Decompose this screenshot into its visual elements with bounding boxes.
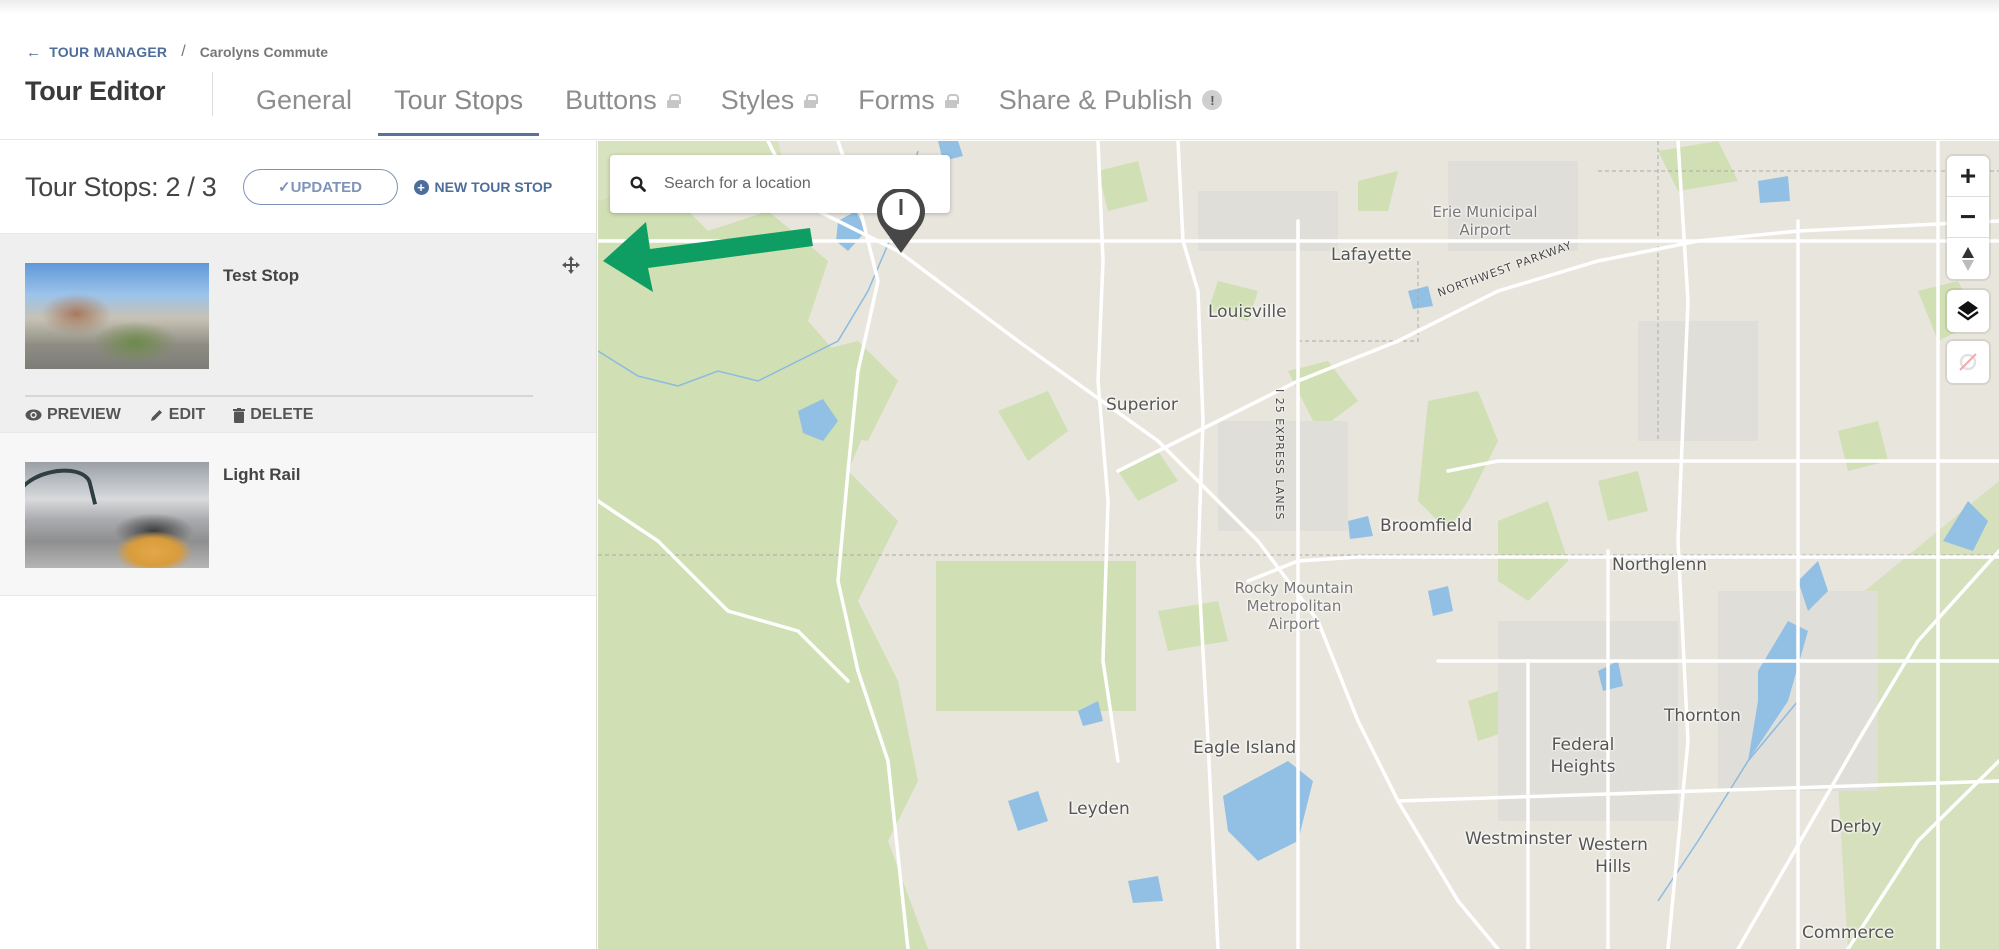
tab-forms[interactable]: Forms: [842, 60, 973, 140]
tab-styles[interactable]: Styles: [705, 60, 833, 140]
map-navigation-control: + −: [1947, 156, 1989, 279]
map-view[interactable]: Lafayette Louisville Superior Broomfield…: [598, 141, 1999, 949]
arrow-left-icon: ←: [26, 43, 42, 61]
tour-stop-map-pin[interactable]: [873, 187, 929, 255]
edit-button[interactable]: EDIT: [149, 406, 205, 424]
lock-icon: [666, 94, 681, 108]
title-divider: [212, 72, 213, 116]
map-label-commerce: Commerce: [1802, 923, 1895, 943]
zoom-in-button[interactable]: +: [1947, 156, 1989, 197]
map-label-westminster: Westminster: [1465, 829, 1572, 849]
tab-share-publish[interactable]: Share & Publish!: [983, 60, 1239, 140]
map-label-derby: Derby: [1830, 817, 1882, 837]
preview-button[interactable]: PREVIEW: [25, 406, 121, 424]
alert-icon: !: [1202, 90, 1223, 110]
map-label-lafayette: Lafayette: [1331, 245, 1412, 265]
map-label-superior: Superior: [1106, 395, 1178, 415]
tab-label: Forms: [858, 84, 935, 115]
back-to-tour-manager-link[interactable]: ← TOUR MANAGER: [26, 44, 167, 61]
updated-status-button[interactable]: ✓UPDATED: [242, 169, 398, 205]
tab-bar: General Tour Stops Buttons Styles Forms …: [240, 60, 1238, 140]
map-label-western-hills: Western Hills: [1578, 835, 1648, 877]
geolocate-disabled-icon: [1959, 353, 1977, 371]
annotation-arrow-icon: [603, 222, 813, 292]
map-label-erie-airport: Erie Municipal Airport: [1432, 203, 1538, 239]
plus-circle-icon: +: [413, 179, 429, 195]
stop-divider: [25, 395, 533, 397]
new-tour-stop-label: NEW TOUR STOP: [434, 179, 553, 195]
layers-icon: [1957, 301, 1979, 321]
compass-button[interactable]: [1947, 238, 1989, 279]
lock-icon: [944, 94, 959, 108]
tab-label: Tour Stops: [394, 84, 524, 115]
tab-label: Styles: [720, 84, 795, 115]
search-icon: [630, 176, 646, 192]
tab-tour-stops[interactable]: Tour Stops: [378, 60, 540, 140]
tour-stop-thumbnail: [25, 263, 209, 369]
new-tour-stop-button[interactable]: + NEW TOUR STOP: [413, 179, 553, 195]
page-title: Tour Editor: [25, 76, 166, 106]
tab-general[interactable]: General: [240, 60, 368, 140]
compass-icon: [1962, 246, 1974, 271]
panel-header: Tour Stops: 2 / 3 ✓UPDATED + NEW TOUR ST…: [0, 141, 596, 233]
road-label-i25-express: I 25 EXPRESS LANES: [1273, 389, 1286, 521]
map-label-louisville: Louisville: [1208, 302, 1287, 322]
eye-icon: [25, 409, 42, 421]
lock-icon: [804, 94, 819, 108]
tour-stop-name: Test Stop: [223, 266, 300, 285]
geolocate-button[interactable]: [1947, 341, 1989, 383]
tab-label: General: [256, 84, 353, 115]
tour-stop-name: Light Rail: [223, 465, 301, 484]
map-label-northglenn: Northglenn: [1612, 555, 1708, 575]
map-label-broomfield: Broomfield: [1380, 516, 1473, 536]
tour-stops-count: Tour Stops: 2 / 3: [25, 171, 217, 202]
tour-stop-item[interactable]: Test Stop PREVIEW EDIT DELETE: [0, 233, 596, 432]
tour-stops-panel: Tour Stops: 2 / 3 ✓UPDATED + NEW TOUR ST…: [0, 141, 597, 949]
tour-stop-actions: PREVIEW EDIT DELETE: [25, 406, 313, 424]
tab-buttons[interactable]: Buttons: [549, 60, 695, 140]
edit-label: EDIT: [168, 406, 206, 423]
tour-stop-thumbnail: [25, 462, 209, 568]
tour-stop-item[interactable]: Light Rail: [0, 432, 596, 596]
map-label-rocky-mountain-airport: Rocky Mountain Metropolitan Airport: [1234, 579, 1354, 633]
breadcrumb-parent-label: TOUR MANAGER: [49, 44, 168, 60]
map-label-eagle-island: Eagle Island: [1193, 738, 1297, 758]
preview-label: PREVIEW: [47, 406, 121, 423]
breadcrumb-current: Carolyns Commute: [199, 44, 329, 60]
layers-button[interactable]: [1947, 290, 1989, 332]
delete-button[interactable]: DELETE: [233, 406, 313, 424]
tab-label: Share & Publish: [998, 84, 1193, 115]
drag-move-icon[interactable]: [560, 254, 582, 276]
trash-icon: [233, 407, 246, 423]
map-label-thornton: Thornton: [1664, 706, 1741, 726]
delete-label: DELETE: [250, 406, 314, 423]
tab-label: Buttons: [565, 84, 657, 115]
header: ← TOUR MANAGER / Carolyns Commute Tour E…: [0, 0, 1999, 140]
zoom-out-button[interactable]: −: [1947, 197, 1989, 238]
pencil-icon: [150, 409, 162, 421]
breadcrumb: ← TOUR MANAGER / Carolyns Commute: [26, 43, 328, 61]
breadcrumb-separator: /: [181, 43, 186, 60]
map-label-leyden: Leyden: [1068, 799, 1130, 819]
map-label-federal-heights: Federal Heights: [1550, 735, 1616, 777]
